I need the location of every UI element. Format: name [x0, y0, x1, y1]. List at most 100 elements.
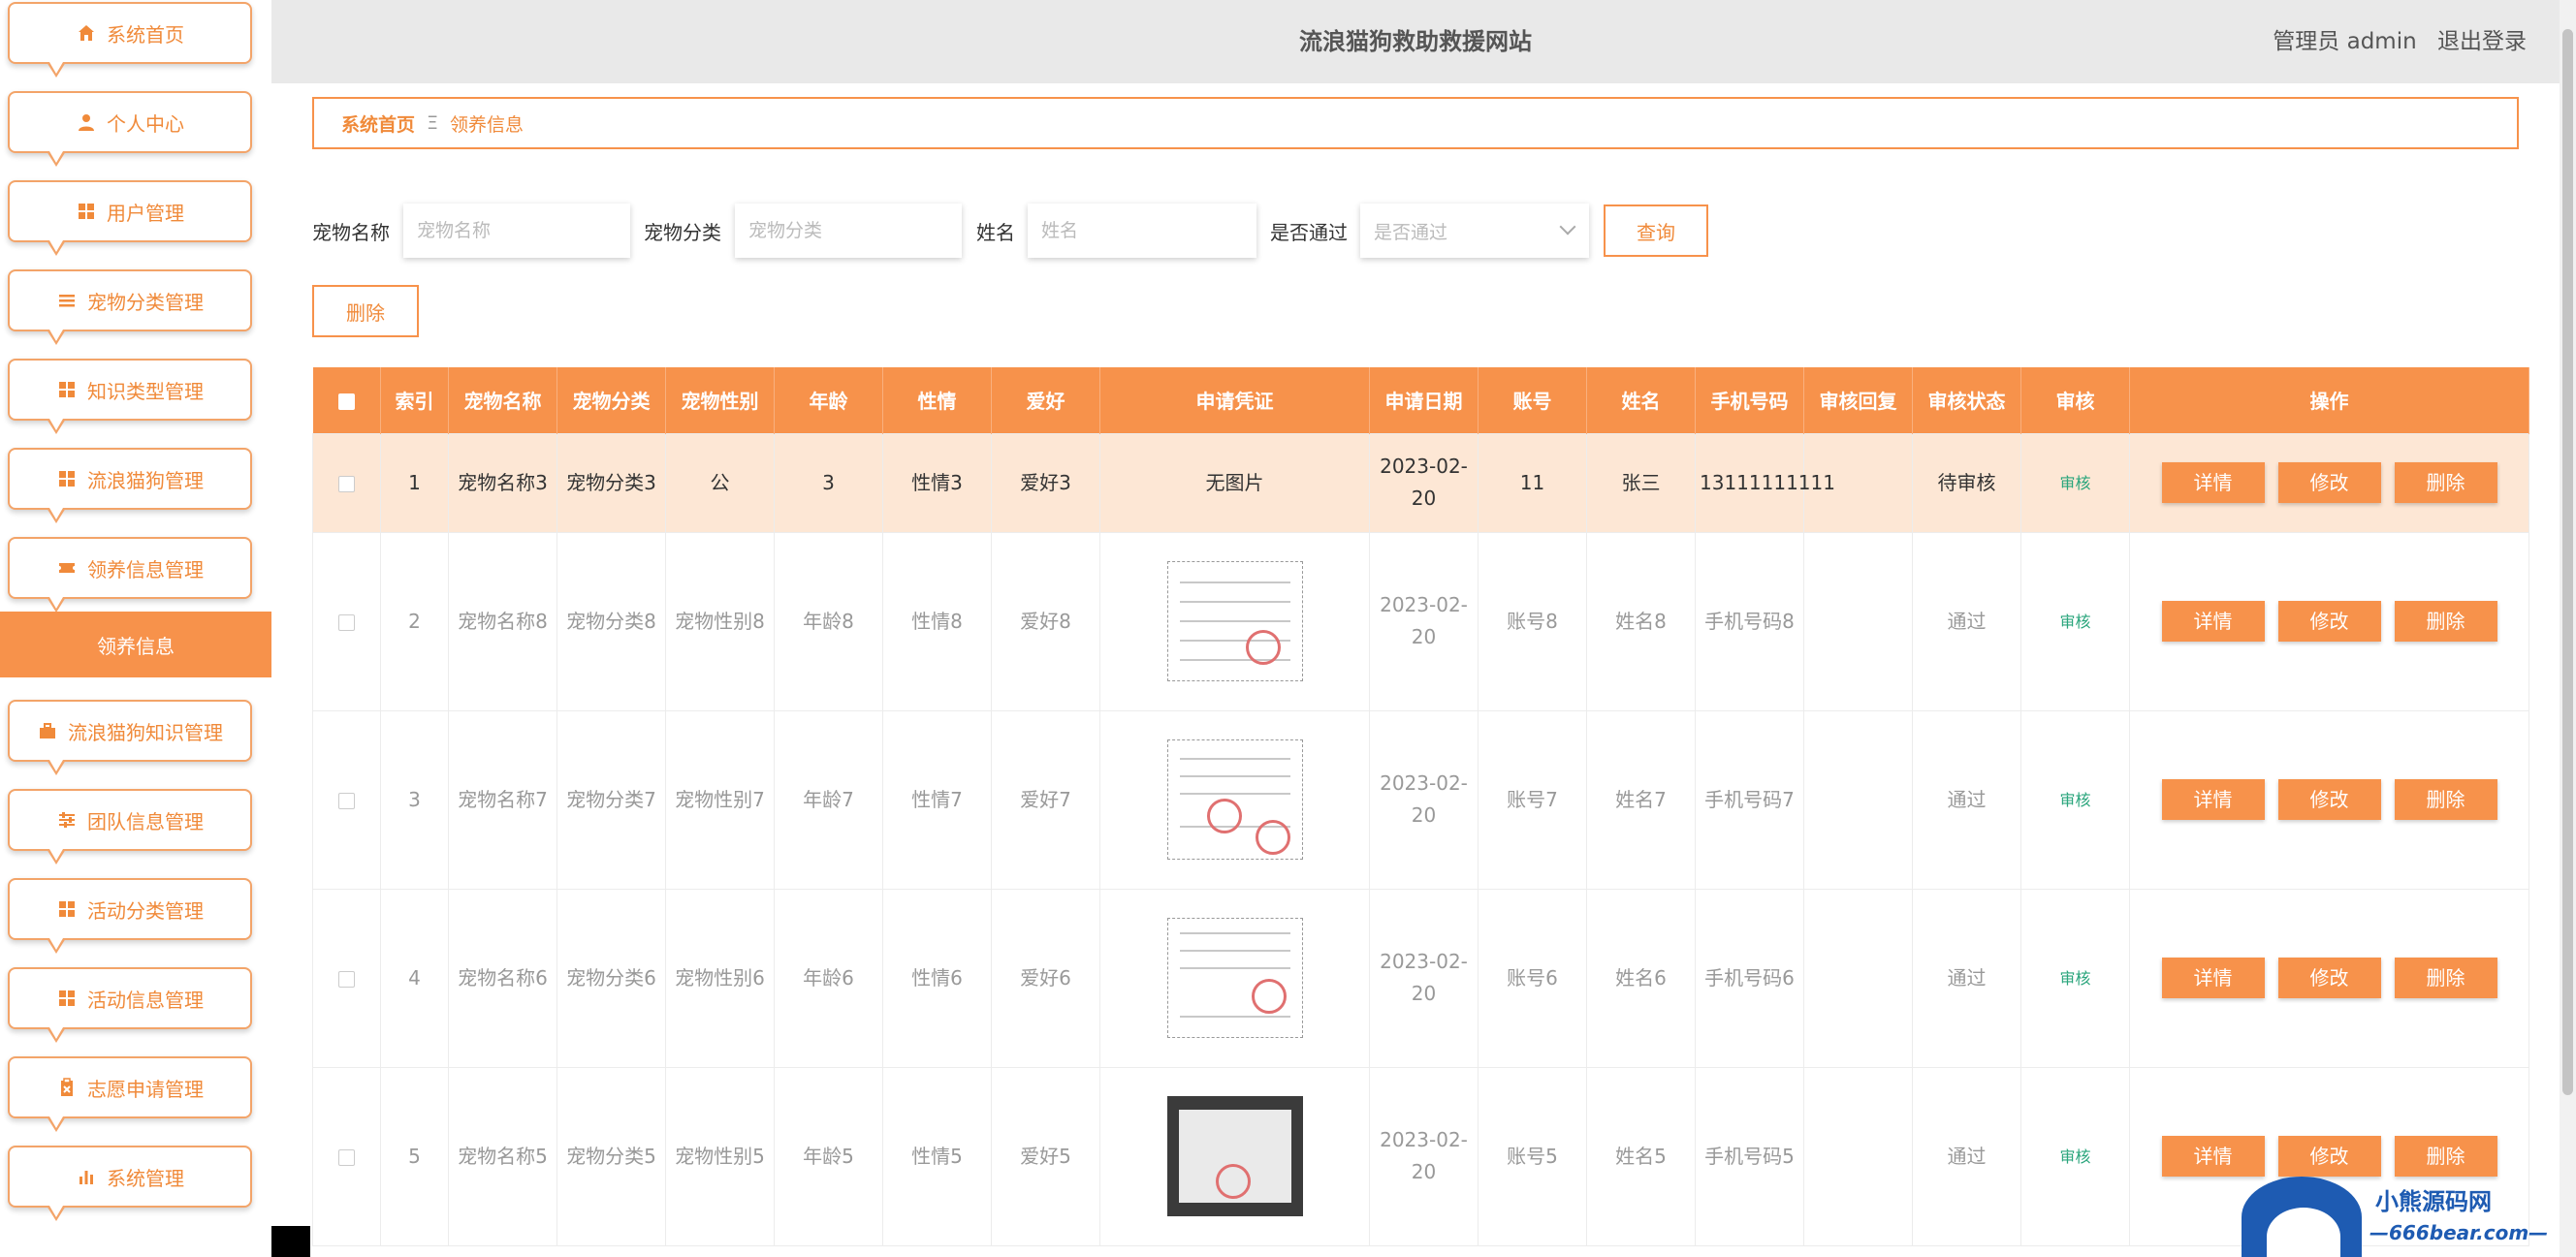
- sidebar-item-pet-knowledge[interactable]: 流浪猫狗知识管理: [8, 700, 252, 775]
- sidebar-item-label: 宠物分类管理: [87, 290, 204, 314]
- detail-button[interactable]: 详情: [2161, 958, 2265, 998]
- sidebar: 系统首页 个人中心 用户管理 宠物分类管理 知识类型管理 流浪猫狗管理 领养信息…: [0, 0, 271, 1257]
- grid-icon: [56, 898, 78, 920]
- cell-index: 1: [380, 432, 449, 533]
- cell-name: 姓名7: [1586, 709, 1696, 890]
- cell-age: 年龄7: [774, 709, 883, 890]
- cell-hobby: 爱好8: [991, 531, 1100, 711]
- breadcrumb-home[interactable]: 系统首页: [341, 110, 415, 137]
- row-checkbox[interactable]: [338, 475, 355, 492]
- detail-button[interactable]: 详情: [2161, 462, 2265, 503]
- delete-button[interactable]: 删除: [2394, 601, 2497, 642]
- query-button[interactable]: 查询: [1604, 204, 1708, 257]
- admin-user-label[interactable]: 管理员 admin: [2273, 29, 2416, 54]
- column-header: 审核: [2020, 367, 2130, 433]
- column-header: 审核回复: [1803, 367, 1913, 433]
- audit-link[interactable]: 审核: [2059, 969, 2090, 988]
- cell-account: 账号7: [1478, 709, 1587, 890]
- table-row[interactable]: 3 宠物名称7 宠物分类7 宠物性别7 年龄7 性情7 爱好7 2023-02-…: [312, 709, 2529, 890]
- detail-button[interactable]: 详情: [2161, 601, 2265, 642]
- delete-button[interactable]: 删除: [2394, 462, 2497, 503]
- cell-phone: 手机号码8: [1695, 531, 1804, 711]
- audit-link[interactable]: 审核: [2059, 1147, 2090, 1166]
- sidebar-item-knowledge-type[interactable]: 知识类型管理: [8, 359, 252, 434]
- sidebar-item-activity-info[interactable]: 活动信息管理: [8, 967, 252, 1043]
- table-row[interactable]: 2 宠物名称8 宠物分类8 宠物性别8 年龄8 性情8 爱好8 2023-02-…: [312, 531, 2529, 711]
- cell-phone: 手机号码5: [1695, 1066, 1804, 1246]
- sidebar-item-activity-category[interactable]: 活动分类管理: [8, 878, 252, 954]
- cell-gender: 宠物性别5: [665, 1066, 775, 1246]
- row-checkbox[interactable]: [338, 792, 355, 809]
- cell-status: 通过: [1912, 1066, 2021, 1246]
- table-header-row: 索引 宠物名称 宠物分类 宠物性别 年龄 性情 爱好 申请凭证 申请日期 账号 …: [312, 367, 2529, 433]
- cell-status: 通过: [1912, 531, 2021, 711]
- edit-button[interactable]: 修改: [2277, 462, 2381, 503]
- cell-reply: [1803, 709, 1913, 890]
- edit-button[interactable]: 修改: [2277, 958, 2381, 998]
- select-all-checkbox[interactable]: [337, 393, 355, 410]
- cell-name: 张三: [1586, 432, 1696, 533]
- column-header: 账号: [1478, 367, 1587, 433]
- watermark-url: —666bear.com—: [2369, 1221, 2549, 1244]
- cell-temper: 性情8: [882, 531, 992, 711]
- cell-index: 4: [380, 888, 449, 1068]
- audit-link[interactable]: 审核: [2059, 613, 2090, 631]
- cell-name: 姓名6: [1586, 888, 1696, 1068]
- delete-button[interactable]: 删除: [2394, 779, 2497, 820]
- table-row[interactable]: 4 宠物名称6 宠物分类6 宠物性别6 年龄6 性情6 爱好6 2023-02-…: [312, 888, 2529, 1068]
- sidebar-item-home[interactable]: 系统首页: [8, 2, 252, 78]
- row-checkbox[interactable]: [338, 1148, 355, 1166]
- sidebar-subitem-adoption-info[interactable]: 领养信息: [0, 612, 271, 677]
- cell-temper: 性情5: [882, 1066, 992, 1246]
- table-row[interactable]: 1 宠物名称3 宠物分类3 公 3 性情3 爱好3 无图片 2023-02-20…: [312, 432, 2529, 533]
- voucher-image[interactable]: [1166, 918, 1303, 1038]
- voucher-image[interactable]: [1166, 561, 1303, 681]
- column-header: 申请凭证: [1099, 367, 1370, 433]
- delete-button[interactable]: 删除: [2394, 958, 2497, 998]
- edit-button[interactable]: 修改: [2277, 779, 2381, 820]
- voucher-image[interactable]: [1166, 1096, 1303, 1216]
- row-checkbox[interactable]: [338, 970, 355, 988]
- table-row[interactable]: 5 宠物名称5 宠物分类5 宠物性别5 年龄5 性情5 爱好5 2023-02-…: [312, 1066, 2529, 1246]
- sidebar-item-users[interactable]: 用户管理: [8, 180, 252, 256]
- select-all-header[interactable]: [312, 367, 381, 433]
- cell-gender: 宠物性别7: [665, 709, 775, 890]
- watermark-title: 小熊源码网: [2375, 1187, 2492, 1215]
- sliders-icon: [56, 809, 78, 831]
- cell-index: 2: [380, 531, 449, 711]
- logout-link[interactable]: 退出登录: [2437, 29, 2527, 54]
- audit-link[interactable]: 审核: [2059, 474, 2090, 492]
- sidebar-item-system[interactable]: 系统管理: [8, 1146, 252, 1221]
- edit-button[interactable]: 修改: [2277, 601, 2381, 642]
- cell-age: 3: [774, 432, 883, 533]
- voucher-image[interactable]: [1166, 739, 1303, 860]
- adoption-table: 索引 宠物名称 宠物分类 宠物性别 年龄 性情 爱好 申请凭证 申请日期 账号 …: [312, 367, 2529, 1246]
- cell-date: 2023-02-20: [1369, 531, 1479, 711]
- sidebar-item-adoption[interactable]: 领养信息管理: [8, 537, 252, 613]
- sidebar-item-stray-pets[interactable]: 流浪猫狗管理: [8, 448, 252, 523]
- cell-index: 3: [380, 709, 449, 890]
- name-input[interactable]: [1028, 204, 1256, 258]
- column-header: 宠物性别: [665, 367, 775, 433]
- sidebar-item-pet-category[interactable]: 宠物分类管理: [8, 269, 252, 345]
- sidebar-item-profile[interactable]: 个人中心: [8, 91, 252, 167]
- user-icon: [76, 111, 97, 133]
- batch-delete-button[interactable]: 删除: [312, 285, 419, 337]
- pet-category-input[interactable]: [735, 204, 962, 258]
- sidebar-item-volunteer[interactable]: 志愿申请管理: [8, 1056, 252, 1132]
- cell-account: 账号6: [1478, 888, 1587, 1068]
- pet-name-input[interactable]: [403, 204, 630, 258]
- row-checkbox[interactable]: [338, 613, 355, 631]
- top-header: 流浪猫狗救助救援网站 管理员 admin 退出登录: [271, 0, 2560, 83]
- cell-hobby: 爱好3: [991, 432, 1100, 533]
- audit-link[interactable]: 审核: [2059, 791, 2090, 809]
- pet-category-label: 宠物分类: [644, 221, 721, 244]
- detail-button[interactable]: 详情: [2161, 779, 2265, 820]
- sidebar-item-team[interactable]: 团队信息管理: [8, 789, 252, 864]
- cell-date: 2023-02-20: [1369, 432, 1479, 533]
- cell-temper: 性情6: [882, 888, 992, 1068]
- scrollbar-thumb[interactable]: [2562, 29, 2573, 1095]
- pass-select[interactable]: 是否通过: [1360, 204, 1589, 258]
- sidebar-item-label: 志愿申请管理: [87, 1077, 204, 1101]
- cell-status: 待审核: [1912, 432, 2021, 533]
